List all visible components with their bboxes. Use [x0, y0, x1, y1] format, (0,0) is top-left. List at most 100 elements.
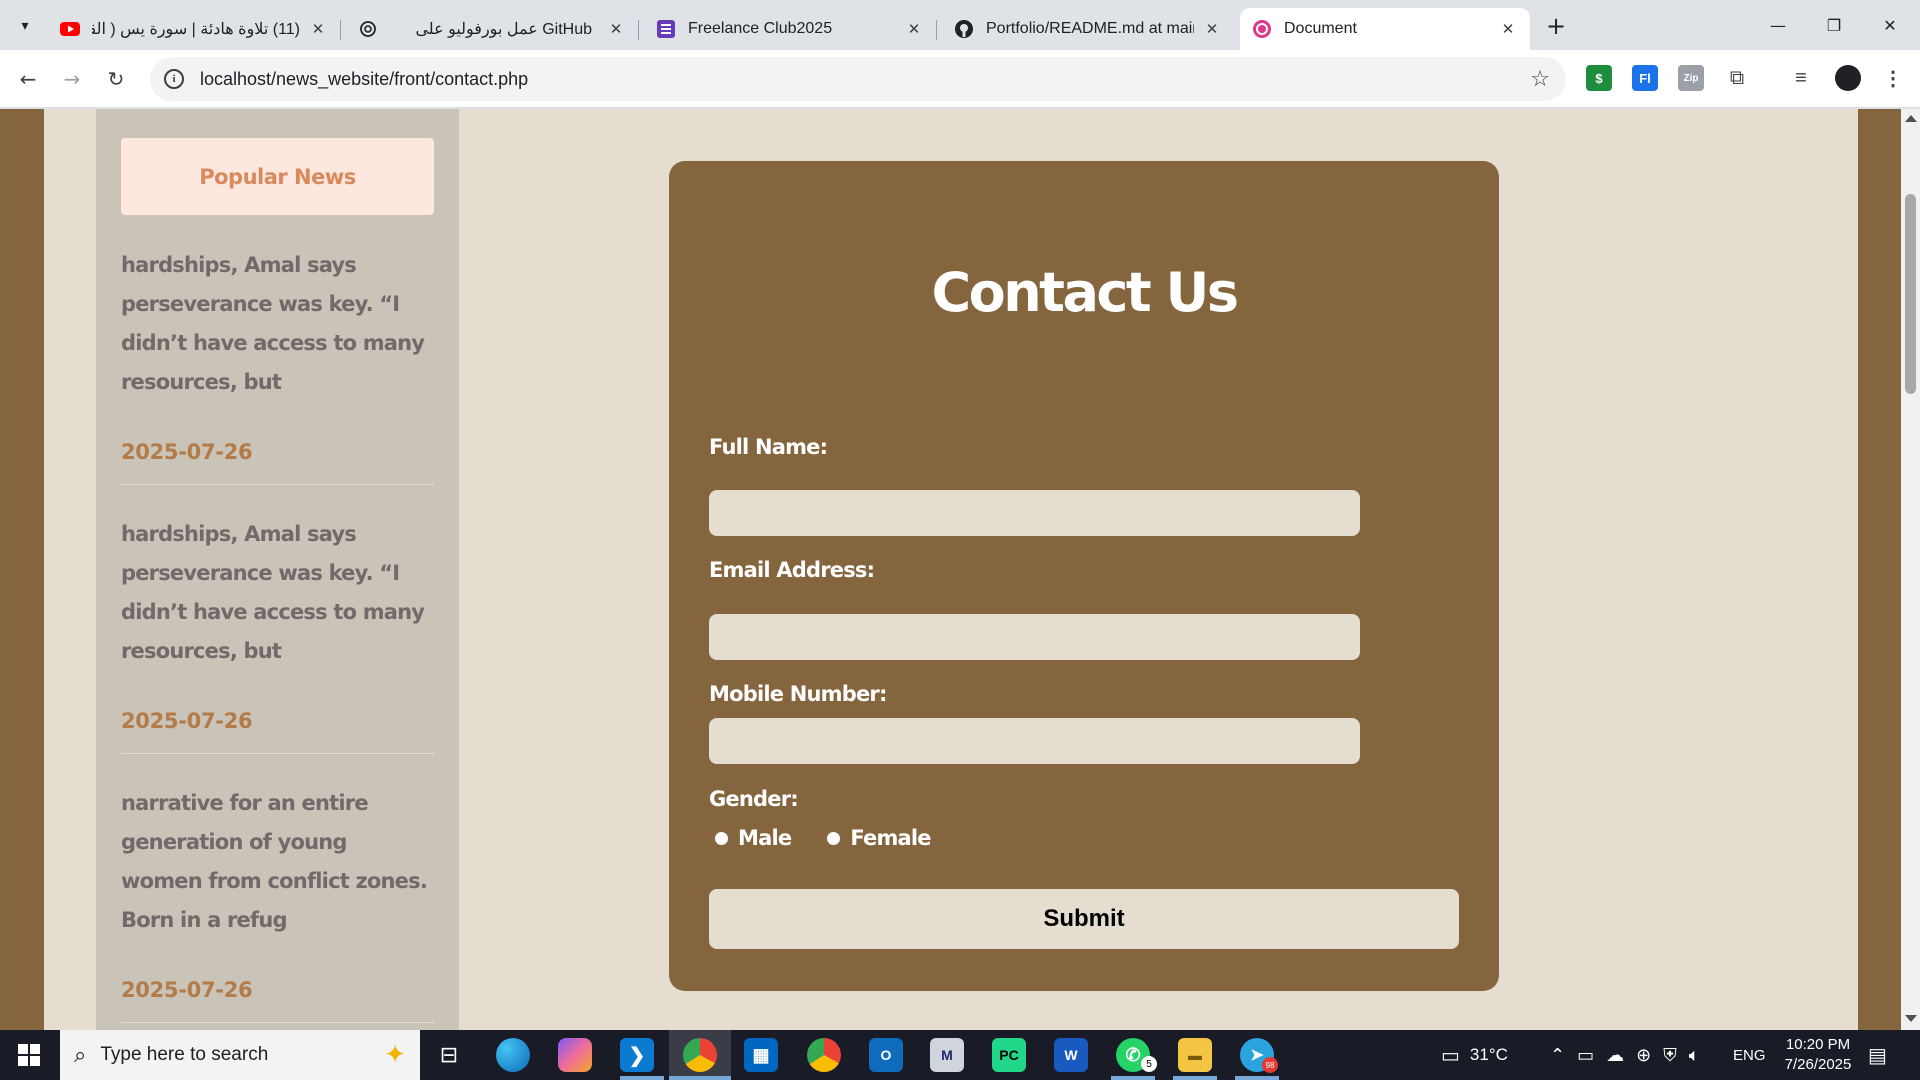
weather[interactable]: ▭ 31°C: [1441, 1030, 1508, 1080]
divider: [121, 753, 434, 754]
full-name-input[interactable]: [709, 490, 1360, 536]
minimize-icon: —: [1770, 15, 1786, 35]
contact-form-card: Contact Us Full Name: Email Address: Mob…: [669, 161, 1499, 991]
tab-title: Document: [1284, 20, 1357, 37]
profile-avatar[interactable]: [1835, 65, 1861, 91]
close-window-button[interactable]: ✕: [1862, 0, 1918, 50]
clock-time: 10:20 PM: [1785, 1036, 1851, 1053]
close-tab-icon[interactable]: ✕: [606, 19, 626, 39]
volume-icon[interactable]: 🔈︎: [1689, 1045, 1700, 1066]
notification-icon[interactable]: ▤: [1868, 1030, 1887, 1080]
forward-button[interactable]: →: [56, 63, 88, 95]
github-icon: [954, 19, 974, 39]
menu-kebab-icon[interactable]: ⋮: [1880, 65, 1906, 91]
word-icon[interactable]: W: [1054, 1038, 1088, 1072]
bookmark-star-icon[interactable]: ☆: [1530, 67, 1550, 92]
network-icon[interactable]: ⊕: [1636, 1045, 1651, 1066]
news-item[interactable]: hardships, Amal says perseverance was ke…: [121, 515, 434, 754]
arrow-right-icon: →: [63, 67, 81, 91]
tab-strip: ▾ (11) تلاوة هادئة | سورة يس ( القار ✕ ع…: [0, 0, 1920, 50]
clock[interactable]: 10:20 PM 7/26/2025: [1770, 1035, 1866, 1075]
minimize-button[interactable]: —: [1750, 0, 1806, 50]
vscode-icon[interactable]: ❯: [620, 1038, 654, 1072]
reload-button[interactable]: ↻: [100, 63, 132, 95]
search-icon: ⌕: [74, 1042, 87, 1068]
chrome-icon[interactable]: [807, 1038, 841, 1072]
restore-button[interactable]: ❐: [1806, 0, 1862, 50]
battery-icon[interactable]: ▭: [1577, 1045, 1594, 1066]
dollar-extension-icon[interactable]: $: [1586, 65, 1612, 91]
email-input[interactable]: [709, 614, 1360, 660]
cloud-icon[interactable]: ☁: [1606, 1045, 1624, 1066]
close-icon: ✕: [1883, 15, 1897, 35]
microsoft-store-icon[interactable]: ▦: [744, 1038, 778, 1072]
chevron-up-icon[interactable]: ⌃: [1550, 1045, 1565, 1066]
pycharm-icon[interactable]: PC: [992, 1038, 1026, 1072]
news-excerpt[interactable]: narrative for an entire generation of yo…: [121, 784, 434, 940]
running-indicator: [1111, 1076, 1155, 1080]
site-info-icon[interactable]: i: [164, 69, 184, 89]
news-excerpt[interactable]: hardships, Amal says perseverance was ke…: [121, 515, 434, 671]
contact-title: Contact Us: [931, 261, 1239, 324]
browser-toolbar: ← → ↻ i localhost/news_website/front/con…: [0, 50, 1920, 108]
male-radio[interactable]: [715, 831, 728, 845]
popular-news-sidebar: Popular News hardships, Amal says persev…: [96, 109, 459, 1030]
tab-title: (11) تلاوة هادئة | سورة يس ( القار: [92, 21, 300, 38]
close-tab-icon[interactable]: ✕: [308, 19, 328, 39]
shield-icon[interactable]: ⛨: [1663, 1045, 1677, 1066]
copilot-icon[interactable]: [558, 1038, 592, 1072]
temperature: 31°C: [1469, 1045, 1508, 1064]
scrollbar-thumb[interactable]: [1905, 194, 1916, 394]
news-excerpt[interactable]: hardships, Amal says perseverance was ke…: [121, 246, 434, 402]
page-scrollbar[interactable]: [1901, 109, 1920, 1030]
tab-freelance[interactable]: Freelance Club2025 ✕: [644, 8, 937, 50]
news-date: 2025-07-26: [121, 440, 253, 464]
female-radio[interactable]: [827, 831, 841, 845]
scroll-down-icon[interactable]: [1905, 1015, 1917, 1022]
address-bar[interactable]: i localhost/news_website/front/contact.p…: [150, 57, 1566, 101]
edge-icon[interactable]: [496, 1038, 530, 1072]
mobile-input[interactable]: [709, 718, 1360, 764]
news-item[interactable]: hardships, Amal says perseverance was ke…: [121, 246, 434, 485]
tab-search-button[interactable]: ▾: [12, 13, 38, 39]
telegram-badge: 98: [1262, 1057, 1278, 1073]
whatsapp-badge: 5: [1141, 1056, 1157, 1072]
taskbar-search[interactable]: ⌕ Type here to search ✦: [60, 1030, 420, 1080]
male-label[interactable]: Male: [738, 826, 792, 850]
female-label[interactable]: Female: [850, 826, 931, 850]
close-tab-icon[interactable]: ✕: [1498, 19, 1518, 39]
file-explorer-icon[interactable]: ▬: [1178, 1038, 1212, 1072]
zip-extension-icon[interactable]: Zip: [1678, 65, 1704, 91]
task-view-icon[interactable]: ⊟: [432, 1038, 466, 1072]
close-tab-icon[interactable]: ✕: [904, 19, 924, 39]
fi-extension-icon[interactable]: Fl: [1632, 65, 1658, 91]
new-tab-button[interactable]: +: [1542, 12, 1570, 40]
forms-icon: [656, 19, 676, 39]
tab-title: Portfolio/README.md at main ·: [986, 20, 1194, 37]
scroll-up-icon[interactable]: [1905, 115, 1917, 122]
media-control-icon[interactable]: ≡: [1788, 65, 1814, 91]
reload-icon: ↻: [107, 67, 125, 91]
extensions-puzzle-icon[interactable]: ⧉: [1724, 65, 1750, 91]
windows-start-icon[interactable]: [18, 1044, 40, 1066]
sparkle-icon: ✦: [384, 1040, 406, 1070]
tab-github[interactable]: Portfolio/README.md at main · ✕: [942, 8, 1234, 50]
system-tray: ⌃ ▭ ☁ ⊕ ⛨ 🔈︎: [1550, 1030, 1716, 1080]
url-text[interactable]: localhost/news_website/front/contact.php: [200, 69, 528, 90]
tab-chatgpt[interactable]: عمل بورفوليو على GitHub ✕: [346, 8, 639, 50]
news-item[interactable]: narrative for an entire generation of yo…: [121, 784, 434, 1023]
running-indicator: [1173, 1076, 1217, 1080]
chrome-active-icon[interactable]: [683, 1038, 717, 1072]
app-icon[interactable]: M: [930, 1038, 964, 1072]
arrow-left-icon: ←: [19, 67, 37, 91]
divider: [121, 484, 434, 485]
running-indicator: [1235, 1076, 1279, 1080]
tab-youtube[interactable]: (11) تلاوة هادئة | سورة يس ( القار ✕: [48, 8, 341, 50]
outlook-icon[interactable]: O: [869, 1038, 903, 1072]
language-indicator[interactable]: ENG: [1733, 1030, 1766, 1080]
chatgpt-icon: [358, 19, 378, 39]
back-button[interactable]: ←: [12, 63, 44, 95]
tab-document[interactable]: Document ✕: [1240, 8, 1530, 50]
submit-button[interactable]: Submit: [709, 889, 1459, 949]
close-tab-icon[interactable]: ✕: [1202, 19, 1222, 39]
